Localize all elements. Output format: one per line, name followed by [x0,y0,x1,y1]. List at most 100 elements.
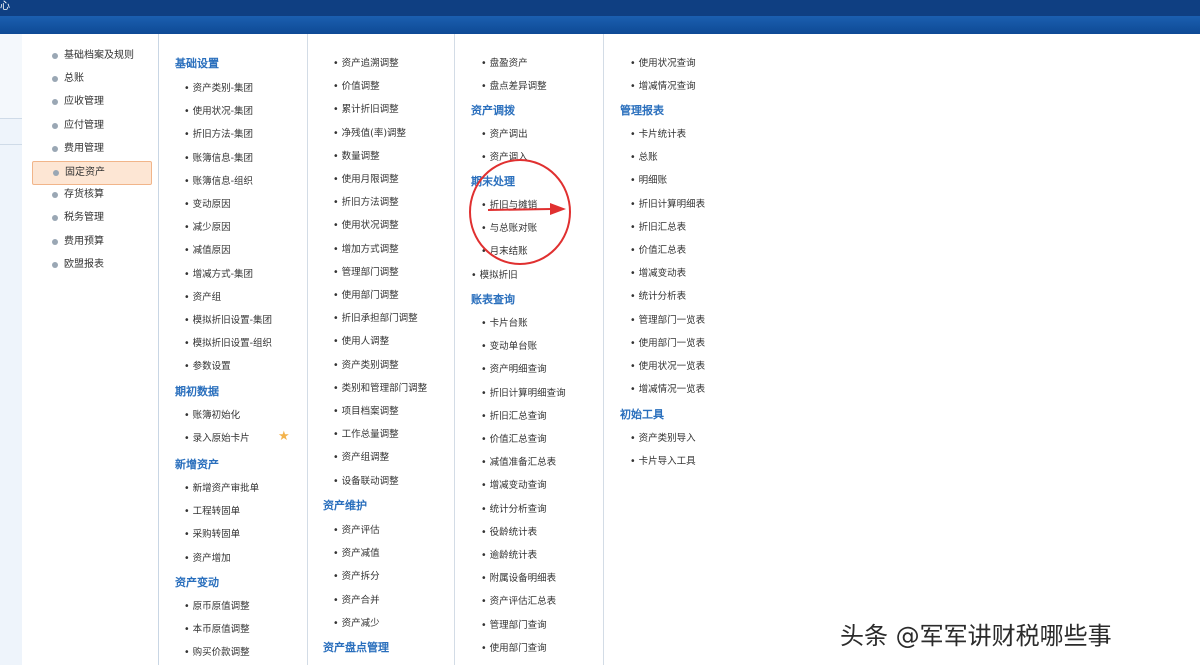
menu-link[interactable]: 资产类别导入 [630,430,696,444]
section-title: 资产维护 [323,499,367,512]
menu-link[interactable]: 资产增加 [184,550,231,564]
menu-link[interactable]: 购买价款调整 [184,644,250,658]
menu-link[interactable]: 卡片台账 [481,315,528,329]
menu-link[interactable]: 增减变动表 [630,265,687,279]
sidebar-item[interactable]: 应收管理 [32,91,150,113]
menu-link[interactable]: 月末结账 [481,243,528,257]
favorite-star-icon[interactable]: ★ [278,429,290,444]
menu-link[interactable]: 资产调入 [481,149,528,163]
menu-link-simulated-depreciation[interactable]: 模拟折旧 [471,267,518,281]
sidebar-item[interactable]: 费用预算 [32,231,150,253]
sidebar-item[interactable]: 费用管理 [32,138,150,160]
sidebar-item-label: 税务管理 [64,212,104,224]
menu-link[interactable]: 减少原因 [184,219,231,233]
menu-link[interactable]: 累计折旧调整 [333,101,399,115]
sidebar-item[interactable]: 基础档案及规则 [32,45,150,67]
menu-link[interactable]: 盘盈资产 [481,55,528,69]
menu-link[interactable]: 原币原值调整 [184,598,250,612]
menu-link[interactable]: 价值调整 [333,78,380,92]
bullet-icon [52,215,58,222]
menu-link[interactable]: 账簿信息-组织 [184,173,253,187]
menu-link[interactable]: 增减方式-集团 [184,266,253,280]
menu-link[interactable]: 增减变动查询 [481,477,547,491]
menu-link[interactable]: 项目档案调整 [333,403,399,417]
sidebar-item[interactable]: 固定资产 [32,161,152,185]
menu-link[interactable]: 类别和管理部门调整 [333,380,428,394]
menu-link[interactable]: 减值准备汇总表 [481,454,557,468]
menu-link[interactable]: 减值原因 [184,242,231,256]
menu-link[interactable]: 折旧方法-集团 [184,126,253,140]
menu-link[interactable]: 附属设备明细表 [481,570,557,584]
menu-link[interactable]: 变动原因 [184,196,231,210]
menu-link[interactable]: 总账 [630,149,658,163]
menu-link[interactable]: 资产合并 [333,592,380,606]
menu-link[interactable]: 逾龄统计表 [481,547,538,561]
menu-link[interactable]: 变动单台账 [481,338,538,352]
menu-link[interactable]: 使用状况-集团 [184,103,253,117]
menu-link[interactable]: 资产类别-集团 [184,80,253,94]
menu-link[interactable]: 使用状况调整 [333,217,399,231]
menu-link[interactable]: 使用月限调整 [333,171,399,185]
menu-link[interactable]: 役龄统计表 [481,524,538,538]
menu-link[interactable]: 资产组 [184,289,222,303]
menu-link[interactable]: 资产减少 [333,615,380,629]
menu-link[interactable]: 资产追溯调整 [333,55,399,69]
bullet-icon [52,76,58,83]
menu-link[interactable]: 资产减值 [333,545,380,559]
menu-link[interactable]: 录入原始卡片 [184,430,250,444]
menu-link[interactable]: 增加方式调整 [333,241,399,255]
menu-link[interactable]: 卡片导入工具 [630,453,696,467]
menu-link[interactable]: 统计分析查询 [481,501,547,515]
sidebar-item[interactable]: 总账 [32,68,150,90]
menu-link[interactable]: 资产拆分 [333,568,380,582]
menu-link[interactable]: 统计分析表 [630,288,687,302]
menu-link[interactable]: 卡片统计表 [630,126,687,140]
menu-link[interactable]: 折旧汇总查询 [481,408,547,422]
menu-link[interactable]: 使用部门一览表 [630,335,706,349]
menu-link[interactable]: 使用人调整 [333,333,390,347]
menu-link[interactable]: 价值汇总表 [630,242,687,256]
menu-link[interactable]: 资产明细查询 [481,361,547,375]
menu-link[interactable]: 设备联动调整 [333,473,399,487]
menu-link[interactable]: 折旧与摊销 [481,197,538,211]
menu-link[interactable]: 增减情况查询 [630,78,696,92]
menu-link[interactable]: 模拟折旧设置-组织 [184,335,272,349]
sidebar-item[interactable]: 应付管理 [32,115,150,137]
menu-link[interactable]: 数量调整 [333,148,380,162]
menu-link[interactable]: 价值汇总查询 [481,431,547,445]
menu-link[interactable]: 管理部门调整 [333,264,399,278]
menu-link[interactable]: 净残值(率)调整 [333,125,406,139]
menu-link[interactable]: 资产评估 [333,522,380,536]
menu-link[interactable]: 使用状况一览表 [630,358,706,372]
menu-link[interactable]: 折旧计算明细表 [630,196,706,210]
menu-link[interactable]: 采购转固单 [184,526,241,540]
menu-link[interactable]: 管理部门查询 [481,617,547,631]
sidebar-item[interactable]: 存货核算 [32,184,150,206]
menu-link[interactable]: 参数设置 [184,358,231,372]
menu-link[interactable]: 盘点差异调整 [481,78,547,92]
menu-link[interactable]: 模拟折旧设置-集团 [184,312,272,326]
sidebar-item[interactable]: 欧盟报表 [32,254,150,276]
menu-link[interactable]: 工程转固单 [184,503,241,517]
menu-link[interactable]: 账簿信息-集团 [184,150,253,164]
menu-link[interactable]: 使用部门查询 [481,640,547,654]
menu-link[interactable]: 工作总量调整 [333,426,399,440]
sidebar-item[interactable]: 税务管理 [32,207,150,229]
menu-link[interactable]: 账簿初始化 [184,407,241,421]
menu-link[interactable]: 资产组调整 [333,449,390,463]
menu-link[interactable]: 本币原值调整 [184,621,250,635]
menu-link[interactable]: 折旧汇总表 [630,219,687,233]
menu-link[interactable]: 资产评估汇总表 [481,593,557,607]
menu-link[interactable]: 资产调出 [481,126,528,140]
menu-link[interactable]: 资产类别调整 [333,357,399,371]
menu-link[interactable]: 管理部门一览表 [630,312,706,326]
menu-link[interactable]: 增减情况一览表 [630,381,706,395]
menu-link[interactable]: 新增资产审批单 [184,480,260,494]
menu-link[interactable]: 使用状况查询 [630,55,696,69]
menu-link[interactable]: 明细账 [630,172,668,186]
menu-link[interactable]: 使用部门调整 [333,287,399,301]
menu-link[interactable]: 折旧承担部门调整 [333,310,418,324]
menu-link[interactable]: 折旧方法调整 [333,194,399,208]
menu-link[interactable]: 折旧计算明细查询 [481,385,566,399]
menu-link[interactable]: 与总账对账 [481,220,538,234]
